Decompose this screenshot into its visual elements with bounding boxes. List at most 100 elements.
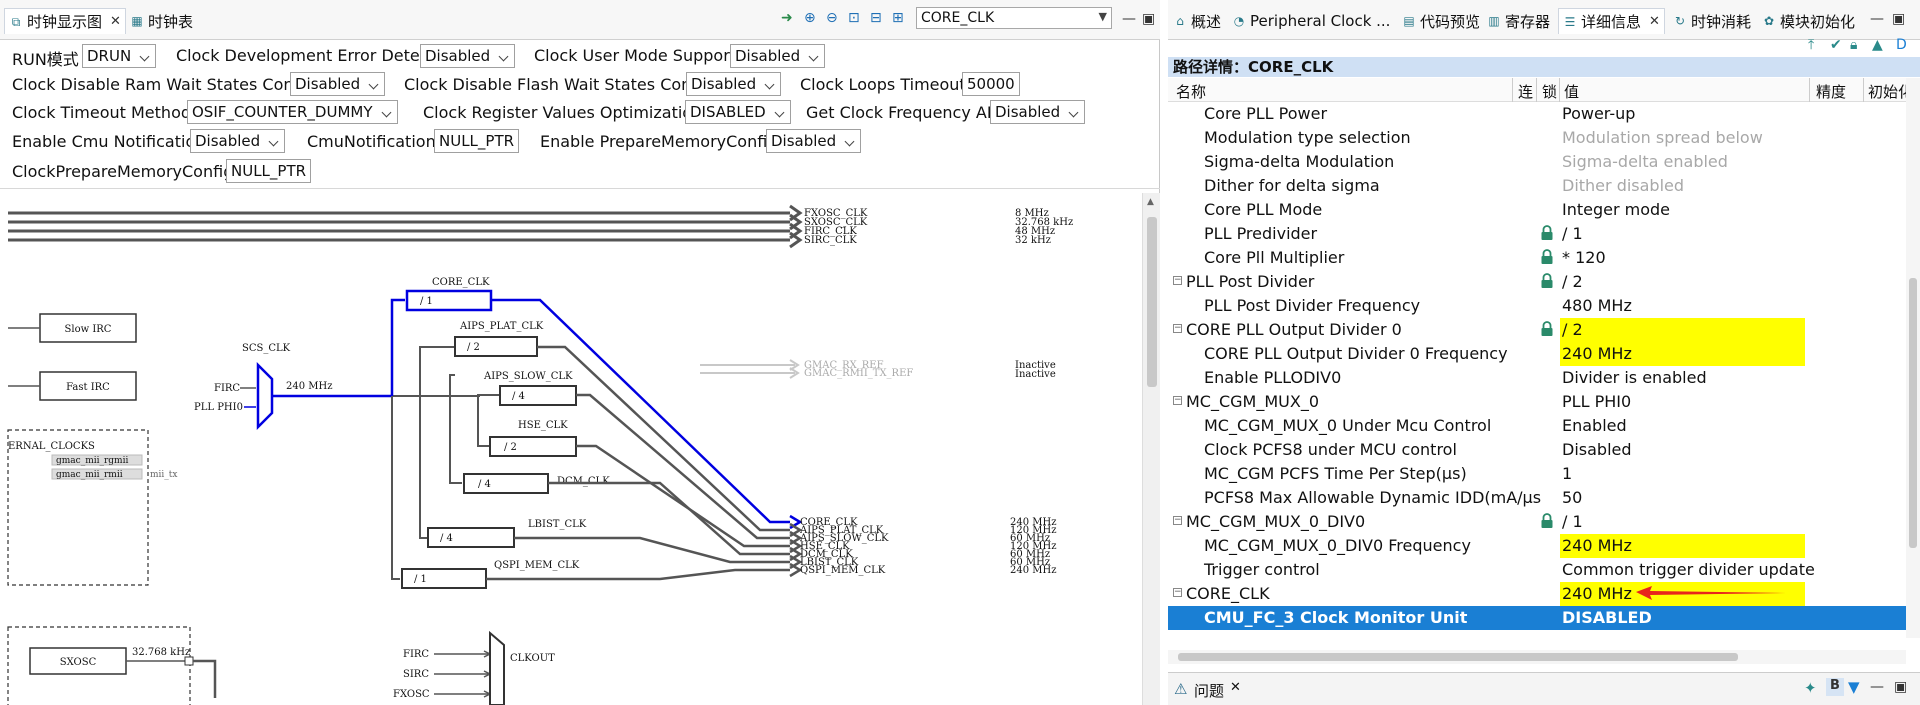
warning-icon[interactable]: ▲ xyxy=(1872,37,1883,53)
details-row[interactable]: − PLL Post Divider / 2 xyxy=(1168,270,1906,294)
filter-icon[interactable]: ▼ xyxy=(1848,678,1860,696)
details-row-value[interactable]: Modulation spread below xyxy=(1560,126,1805,150)
fit-view-icon[interactable]: ⊡ xyxy=(848,10,860,26)
details-row[interactable]: MC_CGM_MUX_0_DIV0 Frequency 240 MHz xyxy=(1168,534,1906,558)
lock-icon[interactable] xyxy=(1540,513,1554,529)
details-row-value[interactable]: / 1 xyxy=(1560,510,1805,534)
details-row[interactable]: CMU_FC_3 Clock Monitor Unit DISABLED xyxy=(1168,606,1906,630)
tab-code-preview[interactable]: ▤ 代码预览 xyxy=(1402,8,1480,34)
tab-peripheral-clock[interactable]: ◔ Peripheral Clock ... xyxy=(1232,8,1391,34)
col-precision[interactable]: 精度 xyxy=(1816,81,1846,102)
maximize-icon[interactable]: ▣ xyxy=(1892,11,1905,27)
div-dcm[interactable] xyxy=(463,473,549,494)
details-row[interactable]: − CORE PLL Output Divider 0 / 2 xyxy=(1168,318,1906,342)
details-row-value[interactable]: Sigma-delta enabled xyxy=(1560,150,1805,174)
details-row[interactable]: Modulation type selection Modulation spre… xyxy=(1168,126,1906,150)
div-hse[interactable] xyxy=(489,436,577,457)
lock-icon[interactable] xyxy=(1540,321,1554,337)
lightbulb-icon[interactable]: ✦ xyxy=(1804,679,1817,697)
cfg-loops-timeout-input[interactable]: 50000 xyxy=(962,72,1020,96)
cfg-flash-wait-select[interactable]: Disabled xyxy=(686,72,782,96)
details-row-value[interactable]: Divider is enabled xyxy=(1560,366,1805,390)
details-vscroll[interactable] xyxy=(1906,78,1920,638)
lock-icon[interactable] xyxy=(1540,225,1554,241)
details-row-value[interactable]: / 2 xyxy=(1560,270,1805,294)
cfg-user-mode-select[interactable]: Disabled xyxy=(730,44,826,68)
details-row[interactable]: Core PLL Power Power-up xyxy=(1168,102,1906,126)
details-row[interactable]: CORE PLL Output Divider 0 Frequency 240 M… xyxy=(1168,342,1906,366)
cfg-ram-wait-select[interactable]: Disabled xyxy=(290,72,386,96)
details-row-value[interactable]: * 120 xyxy=(1560,246,1805,270)
details-hscroll[interactable] xyxy=(1168,650,1906,664)
details-vscroll-thumb[interactable] xyxy=(1909,278,1917,548)
details-row-value[interactable]: Common trigger divider update xyxy=(1560,558,1815,582)
diagram-vscroll[interactable]: ▲ xyxy=(1142,193,1160,705)
details-row[interactable]: Enable PLLODIV0 Divider is enabled xyxy=(1168,366,1906,390)
col-name[interactable]: 名称 xyxy=(1176,81,1206,102)
collapse-icon[interactable]: − xyxy=(1173,276,1182,285)
minimize-icon[interactable]: — xyxy=(1870,11,1884,27)
collapse-icon[interactable]: − xyxy=(1173,324,1182,333)
collapse-icon[interactable]: − xyxy=(1173,396,1182,405)
tab-module-init[interactable]: ✿ 模块初始化 xyxy=(1762,8,1855,34)
scroll-up-icon[interactable]: ▲ xyxy=(1147,197,1154,207)
col-value[interactable]: 值 xyxy=(1564,81,1579,102)
details-row[interactable]: PLL Predivider / 1 xyxy=(1168,222,1906,246)
tab-registers[interactable]: ▥ 寄存器 xyxy=(1487,8,1550,34)
d-icon[interactable]: D xyxy=(1896,37,1907,53)
maximize-icon[interactable]: ▣ xyxy=(1894,679,1907,695)
details-row[interactable]: MC_CGM_MUX_0 Under Mcu Control Enabled xyxy=(1168,414,1906,438)
details-row[interactable]: − MC_CGM_MUX_0_DIV0 / 1 xyxy=(1168,510,1906,534)
details-row-value[interactable]: 50 xyxy=(1560,486,1805,510)
check-circle-icon[interactable]: ✔ xyxy=(1830,37,1842,53)
col-conn[interactable]: 连 xyxy=(1518,81,1533,102)
details-row[interactable]: PCFS8 Max Allowable Dynamic IDD(mA/μs 50 xyxy=(1168,486,1906,510)
bold-b-icon[interactable]: B xyxy=(1826,678,1844,696)
details-row[interactable]: Clock PCFS8 under MCU control Disabled xyxy=(1168,438,1906,462)
details-row[interactable]: Sigma-delta Modulation Sigma-delta enable… xyxy=(1168,150,1906,174)
details-row[interactable]: Dither for delta sigma Dither disabled xyxy=(1168,174,1906,198)
minimize-icon[interactable]: — xyxy=(1870,679,1884,695)
details-row[interactable]: MC_CGM PCFS Time Per Step(μs) 1 xyxy=(1168,462,1906,486)
tab-clock-table[interactable]: ▦ 时钟表 xyxy=(130,8,193,34)
clock-diagram-canvas[interactable]: FXOSC_CLK SXOSC_CLK FIRC_CLK SIRC_CLK 8 … xyxy=(0,193,1142,705)
chevron-down-icon[interactable]: ▼ xyxy=(1099,10,1107,23)
cfg-freq-api-select[interactable]: Disabled xyxy=(990,100,1086,124)
cfg-cmu-notif-input[interactable]: NULL_PTR xyxy=(434,129,520,153)
details-row-value[interactable]: 240 MHz xyxy=(1560,342,1805,366)
scs-mux[interactable] xyxy=(256,361,274,431)
details-row[interactable]: Core Pll Multiplier * 120 xyxy=(1168,246,1906,270)
details-row[interactable]: − CORE_CLK 240 MHz xyxy=(1168,582,1906,606)
tab-details[interactable]: ☰ 详细信息 ✕ xyxy=(1558,8,1665,34)
collapse-icon[interactable]: − xyxy=(1173,588,1182,597)
clock-search-combo[interactable]: CORE_CLK ▼ xyxy=(916,7,1112,29)
cfg-cmu-notif-en-select[interactable]: Disabled xyxy=(190,129,286,153)
collapse-icon[interactable]: − xyxy=(1173,516,1182,525)
zoom-out-icon[interactable]: ⊖ xyxy=(826,10,838,26)
details-row-value[interactable]: Disabled xyxy=(1560,438,1805,462)
close-icon[interactable]: ✕ xyxy=(1649,14,1660,29)
upload-icon[interactable]: ⤒ xyxy=(1808,37,1814,53)
details-row-value[interactable]: Power-up xyxy=(1560,102,1805,126)
diagram-vscroll-thumb[interactable] xyxy=(1147,217,1157,387)
tab-clock-consumers[interactable]: ↻ 时钟消耗 xyxy=(1673,8,1751,34)
cfg-prep-mem-en-select[interactable]: Disabled xyxy=(766,129,862,153)
cfg-reg-opt-select[interactable]: DISABLED xyxy=(685,100,791,124)
details-row-value[interactable]: 480 MHz xyxy=(1560,294,1805,318)
print-icon[interactable]: ⊞ xyxy=(892,10,904,26)
lock-icon[interactable] xyxy=(1540,249,1554,265)
arrow-right-icon[interactable]: ➜ xyxy=(781,10,793,26)
details-row-value[interactable]: 1 xyxy=(1560,462,1805,486)
problems-tab-label[interactable]: 问题 xyxy=(1194,680,1224,701)
details-row[interactable]: PLL Post Divider Frequency 480 MHz xyxy=(1168,294,1906,318)
lock-icon[interactable] xyxy=(1540,273,1554,289)
maximize-icon[interactable]: ▣ xyxy=(1142,11,1155,27)
details-row-value[interactable]: / 2 xyxy=(1560,318,1805,342)
details-row[interactable]: Trigger control Common trigger divider up… xyxy=(1168,558,1906,582)
export-icon[interactable]: ⊟ xyxy=(870,10,882,26)
tab-clock-diagram[interactable]: ⧉ 时钟显示图 ✕ xyxy=(4,8,126,34)
col-lock[interactable]: 锁 xyxy=(1542,81,1557,102)
close-icon[interactable]: ✕ xyxy=(110,14,121,29)
details-row[interactable]: Core PLL Mode Integer mode xyxy=(1168,198,1906,222)
cfg-run-mode-select[interactable]: DRUN xyxy=(82,44,157,68)
